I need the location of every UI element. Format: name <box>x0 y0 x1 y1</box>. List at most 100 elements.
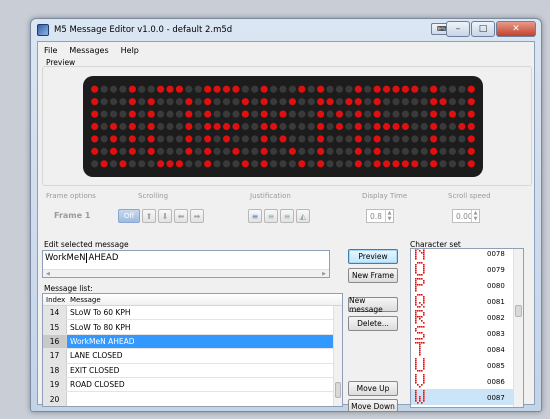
led-dot-off <box>270 98 278 106</box>
character-glyph <box>415 294 425 308</box>
led-dot-off <box>326 160 334 168</box>
scrollbar-thumb[interactable] <box>335 382 341 398</box>
close-button[interactable]: ✕ <box>496 21 536 37</box>
message-list[interactable]: Index Message 14 SLoW To 60 KPH 15 SLoW To … <box>42 293 343 407</box>
led-dot-on <box>317 160 325 168</box>
led-dot-off <box>251 147 259 155</box>
led-dot-off <box>364 160 372 168</box>
scroll-right-arrow-icon[interactable]: ▶ <box>322 271 326 277</box>
message-edit-field[interactable]: WorkMeN AHEAD ◀ ▶ <box>42 250 330 278</box>
scroll-right-icon[interactable]: ➡ <box>190 209 204 223</box>
led-dot-on <box>392 122 400 131</box>
character-set-list[interactable]: 0078 0079 0080 0081 0082 0083 0084 0085 0086 0087 <box>410 248 524 408</box>
led-dot-off <box>345 110 353 118</box>
led-dot-off <box>166 98 174 106</box>
preview-button[interactable]: Preview <box>348 249 398 264</box>
led-matrix <box>91 85 475 168</box>
list-header: Index Message <box>43 294 342 306</box>
led-dot-on <box>241 110 249 118</box>
led-dot-off <box>119 122 127 131</box>
character-row[interactable]: 0085 <box>411 357 515 373</box>
led-dot-off <box>119 135 127 143</box>
led-dot-on <box>232 147 240 155</box>
led-dot-on <box>345 98 353 106</box>
column-message[interactable]: Message <box>67 296 101 304</box>
scroll-up-icon[interactable]: ⬆ <box>142 209 156 223</box>
column-index[interactable]: Index <box>43 296 67 304</box>
led-dot-off <box>326 110 334 118</box>
character-row[interactable]: 0082 <box>411 309 515 325</box>
character-row[interactable]: 0079 <box>411 261 515 277</box>
character-row[interactable]: 0080 <box>411 277 515 293</box>
message-edit-text[interactable]: WorkMeN AHEAD <box>45 253 118 263</box>
move-up-button[interactable]: Move Up <box>348 381 398 396</box>
table-row[interactable]: 17 LANE CLOSED <box>43 349 342 364</box>
led-dot-off <box>279 147 287 155</box>
scroll-left-icon[interactable]: ⬅ <box>174 209 188 223</box>
new-frame-button[interactable]: New Frame <box>348 268 398 283</box>
character-row[interactable]: 0086 <box>411 373 515 389</box>
led-dot-off <box>401 110 409 118</box>
menu-help[interactable]: Help <box>121 46 139 55</box>
spinner-arrows-icon[interactable]: ▲ ▼ <box>385 210 393 222</box>
led-dot-off <box>345 122 353 131</box>
new-message-button[interactable]: New message <box>348 296 398 314</box>
led-dot-off <box>185 160 193 168</box>
spinner-arrows-icon[interactable]: ▲ ▼ <box>471 210 479 222</box>
title-bar[interactable]: M5 Message Editor v1.0.0 - default 2.m5d… <box>31 19 541 41</box>
menu-file[interactable]: File <box>44 46 57 55</box>
table-row[interactable]: 18 EXIT CLOSED <box>43 363 342 378</box>
led-dot-off <box>251 98 259 106</box>
row-index: 16 <box>43 334 67 349</box>
character-row[interactable]: 0083 <box>411 325 515 341</box>
table-row[interactable]: 14 SLoW To 60 KPH <box>43 306 342 321</box>
led-dot-on <box>185 147 193 155</box>
scroll-off-button[interactable]: Off <box>118 209 140 223</box>
delete-button[interactable]: Delete... <box>348 316 398 331</box>
list-vertical-scrollbar[interactable] <box>333 306 342 406</box>
table-row[interactable]: 20 <box>43 392 342 406</box>
character-row[interactable]: 0078 <box>411 249 515 261</box>
scroll-speed-spinner[interactable]: 0.00 ▲ ▼ <box>452 209 480 223</box>
align-left-icon[interactable]: ≡ <box>248 209 262 223</box>
move-down-button[interactable]: Move Down <box>348 399 398 411</box>
led-dot-off <box>364 135 372 143</box>
led-dot-on <box>260 110 268 118</box>
display-time-spinner[interactable]: 0.8 ▲ ▼ <box>366 209 394 223</box>
led-dot-off <box>307 110 315 118</box>
minimize-button[interactable]: – <box>446 21 470 37</box>
led-dot-off <box>157 110 165 118</box>
character-row[interactable]: 0084 <box>411 341 515 357</box>
led-dot-off <box>448 98 457 106</box>
message-rows: 14 SLoW To 60 KPH 15 SLoW To 80 KPH 16 WorkMe… <box>43 306 342 406</box>
led-dot-on <box>373 160 381 168</box>
scroll-down-icon[interactable]: ⬇ <box>158 209 172 223</box>
led-dot-off <box>270 135 278 143</box>
led-dot-off <box>411 98 419 106</box>
led-dot-off <box>222 147 231 155</box>
scroll-left-arrow-icon[interactable]: ◀ <box>46 271 50 277</box>
table-row[interactable]: 15 SLoW To 80 KPH <box>43 320 342 335</box>
character-row[interactable]: 0081 <box>411 293 515 309</box>
led-dot-off <box>213 160 221 168</box>
table-row[interactable]: 19 ROAD CLOSED <box>43 377 342 393</box>
led-dot-off <box>157 122 165 131</box>
led-dot-on <box>467 85 475 93</box>
scrollbar-thumb[interactable] <box>515 305 522 317</box>
led-dot-on <box>213 85 221 93</box>
led-dot-off <box>382 135 391 143</box>
align-right-icon[interactable]: ≡ <box>280 209 294 223</box>
led-dot-on <box>392 85 400 93</box>
align-center-icon[interactable]: ≡ <box>264 209 278 223</box>
menu-messages[interactable]: Messages <box>69 46 108 55</box>
led-dot-off <box>194 110 202 118</box>
table-row[interactable]: 16 WorkMeN AHEAD <box>43 334 342 350</box>
align-justify-icon[interactable]: ◭ <box>296 209 310 223</box>
led-dot-on <box>185 122 193 131</box>
led-dot-off <box>326 85 334 93</box>
maximize-button[interactable]: □ <box>471 21 495 37</box>
led-dot-on <box>91 135 99 143</box>
edit-horizontal-scrollbar[interactable]: ◀ ▶ <box>43 269 329 277</box>
character-row[interactable]: 0087 <box>411 389 515 405</box>
charset-vertical-scrollbar[interactable] <box>513 249 523 407</box>
